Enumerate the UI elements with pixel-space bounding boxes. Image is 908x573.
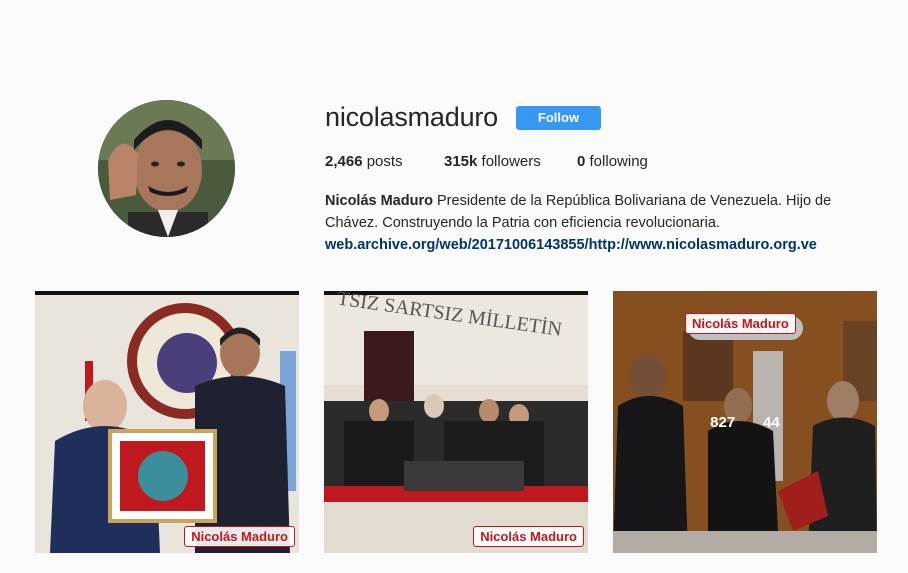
post-thumbnail[interactable]: 827 44 Nicolás Maduro xyxy=(613,291,877,553)
profile-bio: Nicolás Maduro Presidente de la Repúblic… xyxy=(325,190,865,256)
post-image xyxy=(35,291,299,553)
posts-label: posts xyxy=(366,153,403,170)
profile-full-name: Nicolás Maduro xyxy=(325,193,433,209)
posts-stat: 2,466 posts xyxy=(325,153,403,170)
followers-count: 315k xyxy=(444,153,478,170)
post-comments-count: 44 xyxy=(763,413,780,431)
profile-username: nicolasmaduro xyxy=(325,102,498,132)
following-stat[interactable]: 0 following xyxy=(577,153,648,170)
post-thumbnail[interactable]: Nicolás Maduro xyxy=(35,291,299,553)
post-image: TSIZ SARTSIZ MİLLETİN xyxy=(324,291,588,553)
post-thumbnail[interactable]: TSIZ SARTSIZ MİLLETİN Nicolás Maduro xyxy=(324,291,588,553)
post-watermark: Nicolás Maduro xyxy=(685,313,796,334)
post-likes-count: 827 xyxy=(710,413,736,431)
post-watermark: Nicolás Maduro xyxy=(184,526,295,547)
posts-count: 2,466 xyxy=(325,153,363,170)
profile-avatar xyxy=(98,100,235,237)
follow-button[interactable]: Follow xyxy=(516,106,601,130)
following-count: 0 xyxy=(577,153,586,170)
followers-stat[interactable]: 315k followers xyxy=(444,153,541,170)
following-label: following xyxy=(589,153,648,170)
profile-website-link[interactable]: web.archive.org/web/20171006143855/http:… xyxy=(325,234,865,256)
followers-label: followers xyxy=(481,153,541,170)
post-watermark: Nicolás Maduro xyxy=(473,526,584,547)
